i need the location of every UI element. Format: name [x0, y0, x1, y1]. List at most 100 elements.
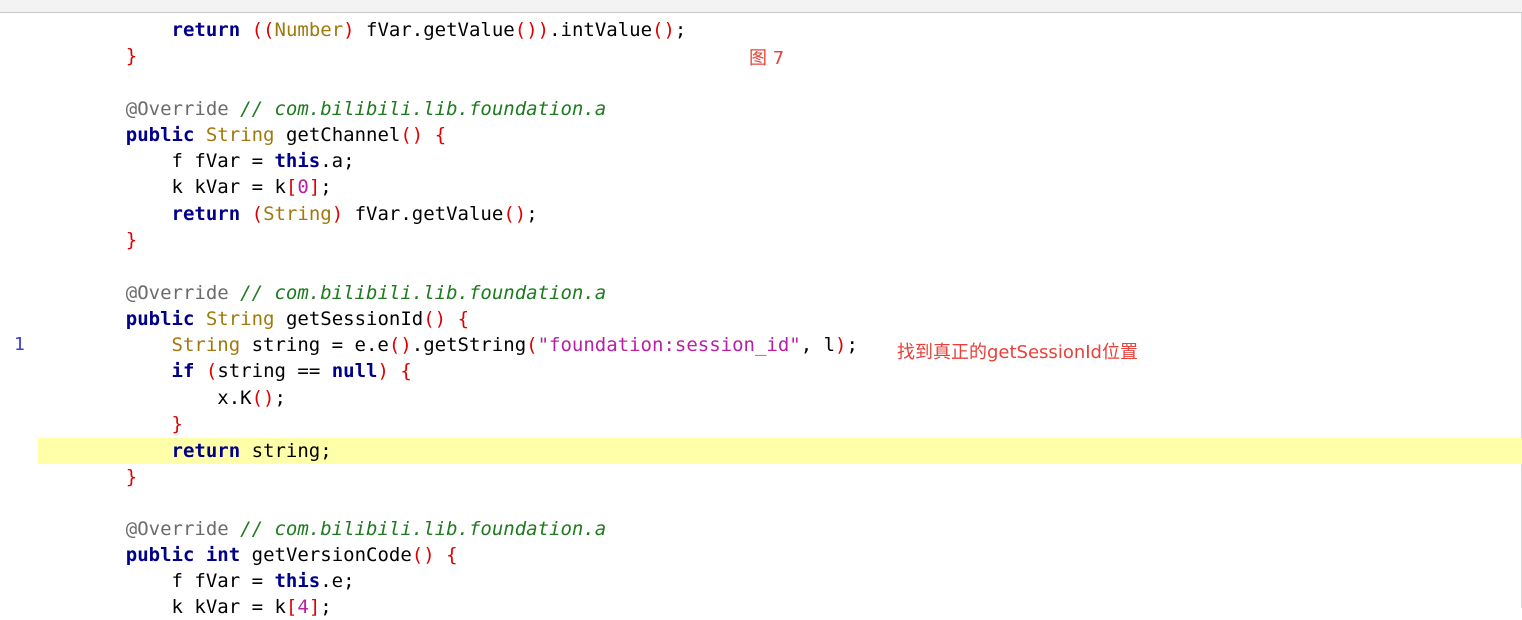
code-token: () [411, 544, 435, 566]
code-line[interactable]: 1 String string = e.e().getString("found… [0, 332, 1522, 358]
code-token: .e; [320, 570, 355, 592]
code-token: [ [285, 596, 298, 618]
code-token: k kVar = k [171, 596, 286, 618]
code-token: public [125, 544, 195, 566]
code-line[interactable]: return (String) fVar.getValue(); [0, 201, 1522, 227]
code-line[interactable] [0, 69, 1522, 95]
code-token: .getString [411, 334, 527, 356]
code-line[interactable] [0, 490, 1522, 516]
code-text: return ((Number) fVar.getValue()).intVal… [80, 17, 687, 43]
code-token: () [400, 124, 424, 146]
code-line[interactable]: @Override // com.bilibili.lib.foundation… [0, 96, 1522, 122]
code-token: String [263, 203, 332, 225]
code-line[interactable]: public String getChannel() { [0, 122, 1522, 148]
code-token: [ [285, 176, 298, 198]
code-token: fVar.getValue [354, 19, 515, 41]
code-line[interactable]: x.K(); [0, 385, 1522, 411]
code-line[interactable]: k kVar = k[0]; [0, 174, 1522, 200]
code-token: return [171, 440, 241, 462]
code-token: ) [331, 203, 344, 225]
code-token: getSessionId [274, 308, 424, 330]
code-line[interactable]: public String getSessionId() { [0, 306, 1522, 332]
code-token: getVersionCode [240, 544, 412, 566]
code-text: public String getChannel() { [80, 122, 446, 148]
code-token: String [171, 334, 241, 356]
code-token: string = e.e [240, 334, 389, 356]
code-token: (( [251, 19, 275, 41]
code-token: () [503, 203, 527, 225]
code-token: null [331, 360, 378, 382]
code-token: } [125, 45, 138, 67]
code-token: ; [320, 176, 332, 198]
code-text: } [80, 227, 137, 253]
code-line[interactable]: f fVar = this.a; [0, 148, 1522, 174]
code-token: ] [308, 596, 321, 618]
code-text: return (String) fVar.getValue(); [80, 201, 538, 227]
code-editor[interactable]: return ((Number) fVar.getValue()).intVal… [0, 0, 1522, 618]
code-line[interactable]: } [0, 411, 1522, 437]
code-line[interactable]: k kVar = k[4]; [0, 594, 1522, 620]
code-line[interactable] [0, 253, 1522, 279]
code-token: if [171, 360, 195, 382]
code-token: ) [377, 360, 389, 382]
code-line-highlighted[interactable]: return string; [38, 438, 1522, 464]
code-line[interactable]: } [0, 227, 1522, 253]
code-token: () [388, 334, 412, 356]
code-token: ( [526, 334, 538, 356]
code-token: // com.bilibili.lib.foundation.a [240, 518, 607, 540]
code-token: string == [217, 360, 332, 382]
code-text: String string = e.e().getString("foundat… [80, 332, 858, 358]
code-line[interactable]: @Override // com.bilibili.lib.foundation… [0, 280, 1522, 306]
code-token: ] [308, 176, 321, 198]
code-line[interactable]: } [0, 464, 1522, 490]
code-token: @Override [125, 98, 229, 120]
red-annotation-note: 找到真正的getSessionId位置 [897, 342, 1138, 363]
code-token: ) [835, 334, 847, 356]
code-token: 0 [297, 176, 309, 198]
code-line[interactable]: if (string == null) { [0, 358, 1522, 384]
code-text: f fVar = this.e; [80, 568, 355, 594]
code-token: } [125, 466, 138, 488]
code-line[interactable]: @Override // com.bilibili.lib.foundation… [0, 516, 1522, 542]
code-token: public [125, 124, 195, 146]
code-token: { [434, 124, 447, 146]
code-token: this [274, 570, 321, 592]
code-line[interactable]: public int getVersionCode() { [0, 542, 1522, 568]
code-line[interactable]: return ((Number) fVar.getValue()).intVal… [0, 17, 1522, 43]
code-token: ; [274, 387, 286, 409]
gutter-line-marker: 1 [14, 334, 25, 355]
code-token: ) [343, 19, 355, 41]
code-text: } [80, 411, 183, 437]
code-token: x.K [217, 387, 252, 409]
code-text: return string; [80, 438, 332, 464]
code-token: } [171, 413, 183, 435]
code-text: k kVar = k[4]; [80, 594, 332, 620]
code-text: k kVar = k[0]; [80, 174, 332, 200]
code-token: 4 [297, 596, 309, 618]
code-token: return [171, 203, 241, 225]
code-text: if (string == null) { [80, 358, 412, 384]
code-text: @Override // com.bilibili.lib.foundation… [80, 96, 606, 122]
code-token: @Override [125, 518, 229, 540]
code-text: @Override // com.bilibili.lib.foundation… [80, 516, 606, 542]
code-line[interactable]: f fVar = this.e; [0, 568, 1522, 594]
